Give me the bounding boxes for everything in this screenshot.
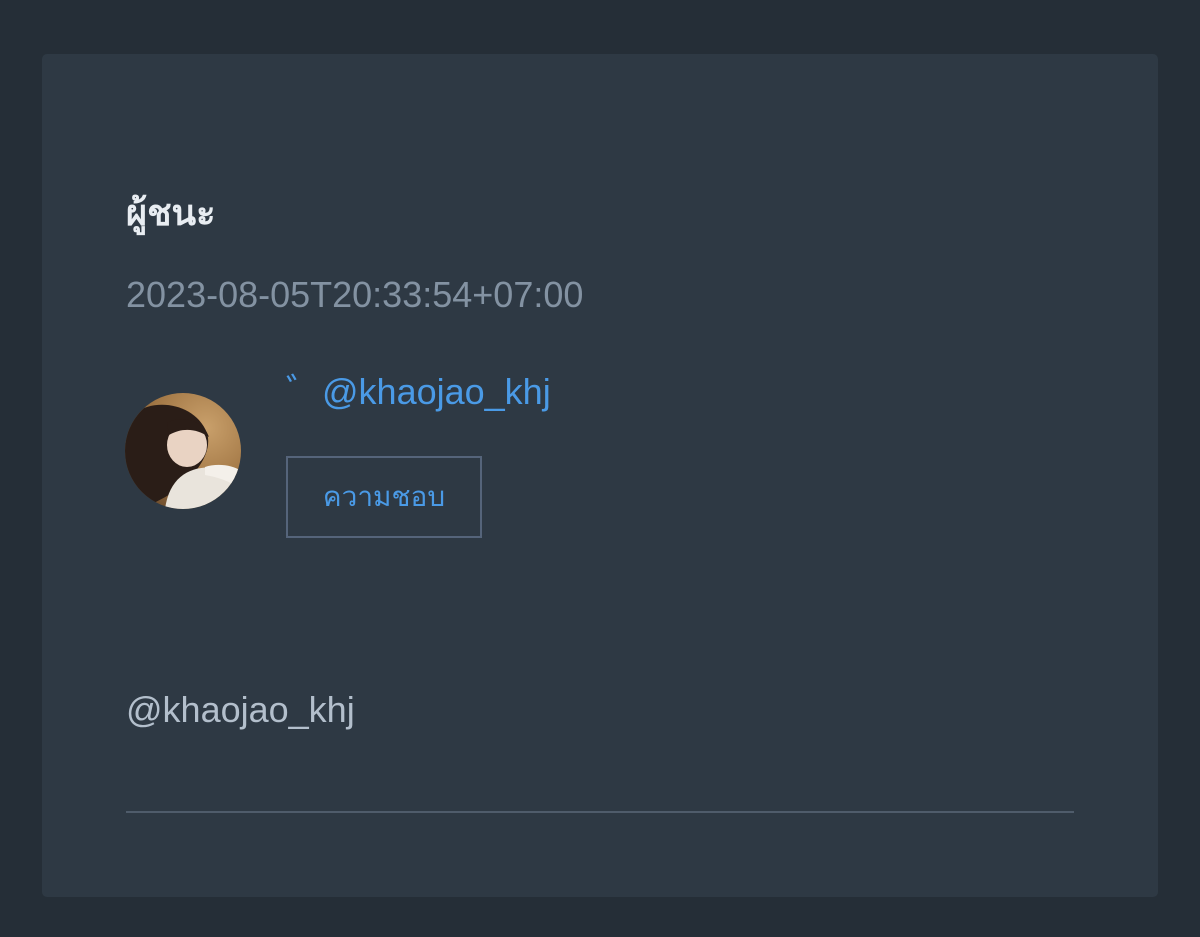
winner-handle-text: @khaojao_khj — [126, 689, 355, 730]
user-photo-avatar-icon — [125, 393, 241, 509]
card-title: ผู้ชนะ — [126, 193, 216, 234]
winner-handle-link[interactable]: ゛@khaojao_khj — [286, 368, 551, 416]
divider — [126, 811, 1074, 813]
timestamp: 2023-08-05T20:33:54+07:00 — [126, 274, 584, 315]
avatar[interactable] — [125, 393, 241, 509]
winner-card: ผู้ชนะ 2023-08-05T20:33:54+07:00 ゛@khaoj… — [42, 54, 1158, 897]
follow-button[interactable]: ความชอบ — [286, 456, 482, 538]
